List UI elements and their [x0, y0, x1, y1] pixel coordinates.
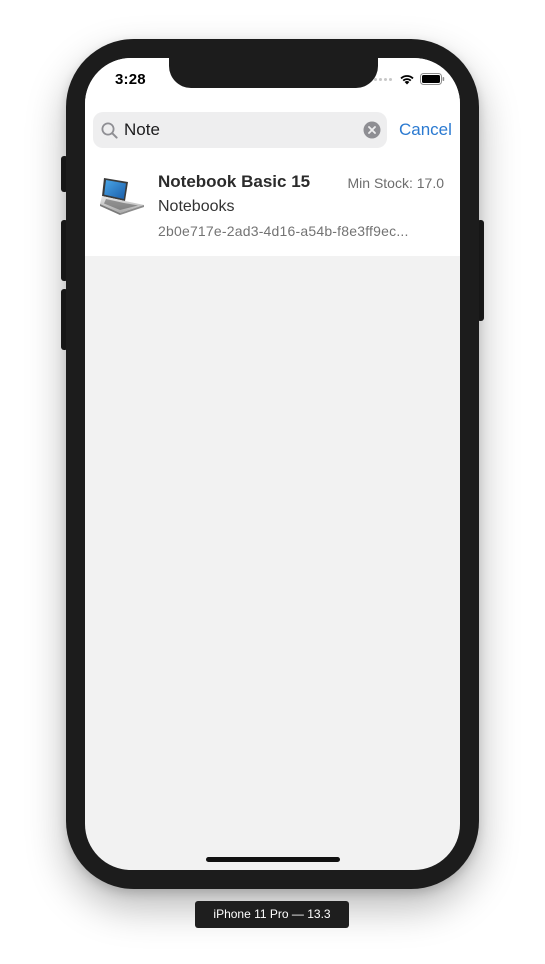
simulator-stage: 3:28 Note Cancel Notebook Basic 15 Min S…	[0, 0, 545, 964]
device-screen: 3:28 Note Cancel Notebook Basic 15 Min S…	[85, 58, 460, 870]
battery-icon	[420, 73, 445, 85]
status-icons	[374, 73, 445, 85]
home-indicator[interactable]	[206, 857, 340, 862]
device-label: iPhone 11 Pro — 13.3	[195, 901, 349, 928]
result-title: Notebook Basic 15	[158, 172, 311, 191]
search-bar: Note Cancel	[85, 102, 460, 157]
result-row[interactable]: Notebook Basic 15 Min Stock: 17.0 Notebo…	[85, 157, 460, 256]
device-notch	[169, 58, 378, 88]
search-field[interactable]: Note	[93, 112, 387, 148]
cancel-button[interactable]: Cancel	[399, 112, 452, 148]
signal-dots-icon	[374, 77, 392, 81]
laptop-image	[100, 178, 144, 215]
result-min-stock: Min Stock: 17.0	[347, 175, 445, 191]
status-time: 3:28	[115, 71, 146, 88]
result-id: 2b0e717e-2ad3-4d16-a54b-f8e3ff9ec...	[158, 223, 409, 239]
magnifier-icon	[101, 122, 118, 139]
clear-circle-icon[interactable]	[363, 121, 381, 139]
wifi-icon	[400, 75, 414, 85]
result-category: Notebooks	[158, 198, 235, 215]
search-input[interactable]: Note	[124, 112, 160, 148]
